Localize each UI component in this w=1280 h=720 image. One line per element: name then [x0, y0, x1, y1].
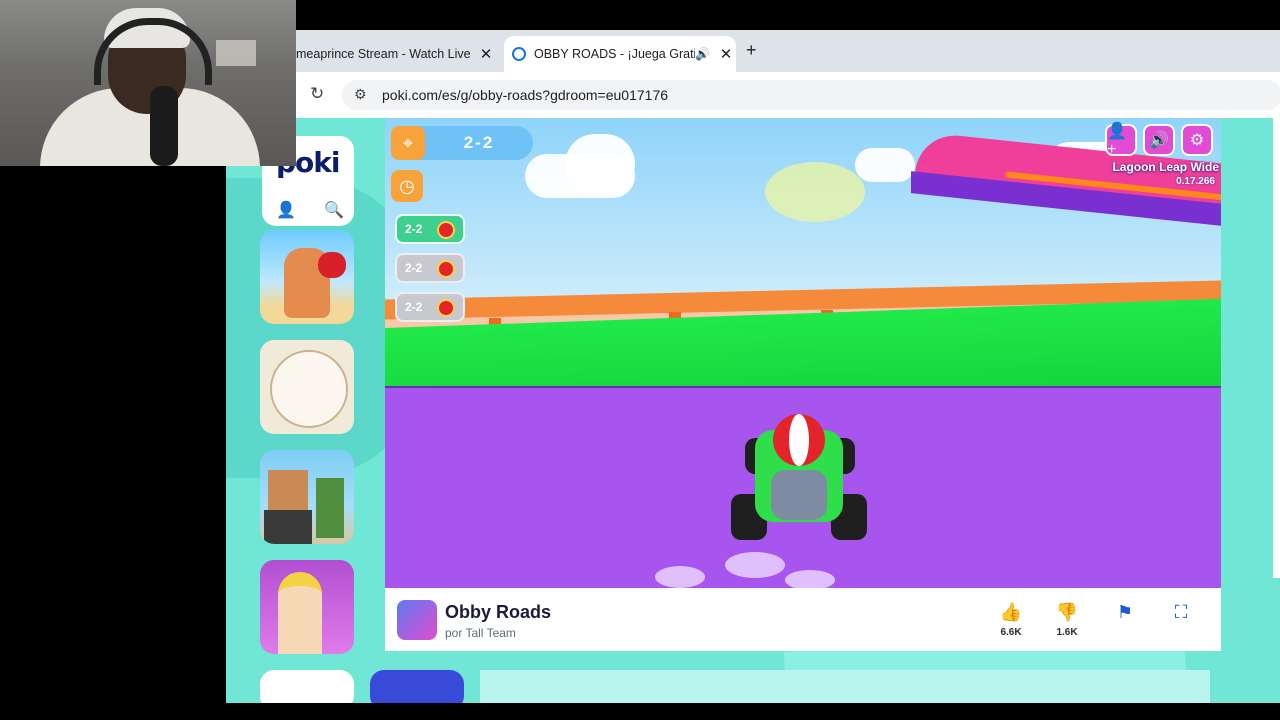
report-button[interactable]: ⚑ [1107, 602, 1143, 623]
timer-icon: ◷ [391, 170, 423, 202]
favicon [512, 47, 526, 61]
browser-chrome: meaprince Stream - Watch Live ✕ OBBY ROA… [296, 30, 1280, 118]
tab-bar: meaprince Stream - Watch Live ✕ OBBY ROA… [296, 30, 1280, 72]
url-text: poki.com/es/g/obby-roads?gdroom=eu017176 [382, 87, 669, 103]
distant-island [765, 162, 865, 222]
webcam-background [216, 40, 256, 66]
racer-avatar-icon [437, 221, 455, 239]
related-strip [480, 670, 1210, 703]
thumbs-up-icon: 👍 [999, 602, 1023, 622]
kart-engine [771, 470, 827, 520]
level-label: 2-2 [463, 133, 495, 152]
player-kart [731, 408, 867, 548]
game-icon [397, 600, 437, 640]
fullscreen-button[interactable]: ⛶ [1163, 602, 1199, 623]
dust-cloud [655, 566, 705, 588]
tab-title: OBBY ROADS - ¡Juega Grati [534, 47, 696, 61]
close-icon[interactable]: ✕ [716, 45, 736, 63]
add-friend-icon[interactable]: 👤+ [1105, 123, 1137, 158]
cloud [855, 148, 915, 182]
cloud [565, 134, 635, 194]
map-name: Lagoon Leap Wide [1112, 160, 1219, 174]
game-canvas[interactable]: ⌖ 2-2 ◷ 2-2 2-2 2-2 👤+ 🔊 ⚙ Lagoon Leap W… [385, 118, 1221, 588]
dust-cloud [785, 570, 835, 588]
page-edge [1273, 118, 1280, 578]
flag-icon: ⚑ [1116, 602, 1134, 622]
page-content: poki 👤 🔍 ⌖ 2-2 ◷ 2-2 2-2 2-2 👤+ 🔊 ⚙ Lago… [226, 118, 1280, 703]
cat-figure [270, 350, 348, 428]
racer-level: 2-2 [405, 222, 423, 236]
game-author: por Tall Team [445, 626, 516, 640]
player-helmet [773, 414, 825, 466]
game-thumbnail[interactable] [260, 340, 354, 434]
toolbar: ↻ ⚙ poki.com/es/g/obby-roads?gdroom=eu01… [296, 72, 1280, 118]
racer-level: 2-2 [405, 261, 423, 275]
search-icon[interactable]: 🔍 [324, 200, 344, 220]
close-icon[interactable]: ✕ [476, 45, 496, 63]
plus-icon[interactable]: + [746, 40, 757, 61]
game-title: Obby Roads [445, 602, 552, 622]
gear-icon[interactable]: ⚙ [1181, 124, 1213, 156]
racer-avatar-icon [437, 299, 455, 317]
dislike-count: 1.6K [1056, 627, 1078, 638]
sound-icon[interactable]: 🔊 [1143, 124, 1175, 156]
tab-stream[interactable]: meaprince Stream - Watch Live ✕ [296, 36, 496, 72]
racer-entry: 2-2 [395, 214, 465, 244]
streamer-microphone [150, 86, 178, 166]
game-thumbnail[interactable] [260, 450, 354, 544]
tab-title: meaprince Stream - Watch Live [296, 47, 471, 61]
racer-avatar-icon [437, 260, 455, 278]
zombie-figure [316, 478, 344, 538]
fullscreen-icon: ⛶ [1174, 602, 1188, 622]
pin-icon: ⌖ [391, 126, 425, 160]
tune-icon[interactable]: ⚙ [354, 86, 367, 103]
webcam-overlay [0, 0, 296, 166]
game-thumbnail[interactable] [260, 670, 354, 703]
boxing-glove [318, 252, 346, 278]
like-count: 6.6K [1000, 627, 1022, 638]
tab-obby-roads[interactable]: OBBY ROADS - ¡Juega Grati 🔊 ✕ [504, 36, 736, 72]
level-indicator: ⌖ 2-2 [391, 126, 533, 160]
game-thumbnail[interactable] [260, 230, 354, 324]
racer-entry: 2-2 [395, 253, 465, 283]
address-bar[interactable]: ⚙ poki.com/es/g/obby-roads?gdroom=eu0171… [342, 80, 1280, 110]
speaker-icon[interactable]: 🔊 [695, 47, 710, 61]
game-thumbnail[interactable] [260, 560, 354, 654]
game-thumbnail[interactable] [370, 670, 464, 703]
racer-entry: 2-2 [395, 292, 465, 322]
game-info-bar: Obby Roads por Tall Team 👍 6.6K 👎 1.6K ⚑… [385, 588, 1221, 651]
blocky-head [268, 470, 308, 510]
map-code: 0.17.266 [1176, 176, 1215, 187]
dust-cloud [725, 552, 785, 578]
like-button[interactable]: 👍 6.6K [993, 602, 1029, 638]
reload-icon[interactable]: ↻ [310, 84, 324, 104]
thumbs-down-icon: 👎 [1055, 602, 1079, 622]
user-icon[interactable]: 👤 [276, 200, 296, 220]
racer-level: 2-2 [405, 300, 423, 314]
dislike-button[interactable]: 👎 1.6K [1049, 602, 1085, 638]
girl-figure [278, 572, 322, 654]
blocky-body [264, 510, 312, 544]
